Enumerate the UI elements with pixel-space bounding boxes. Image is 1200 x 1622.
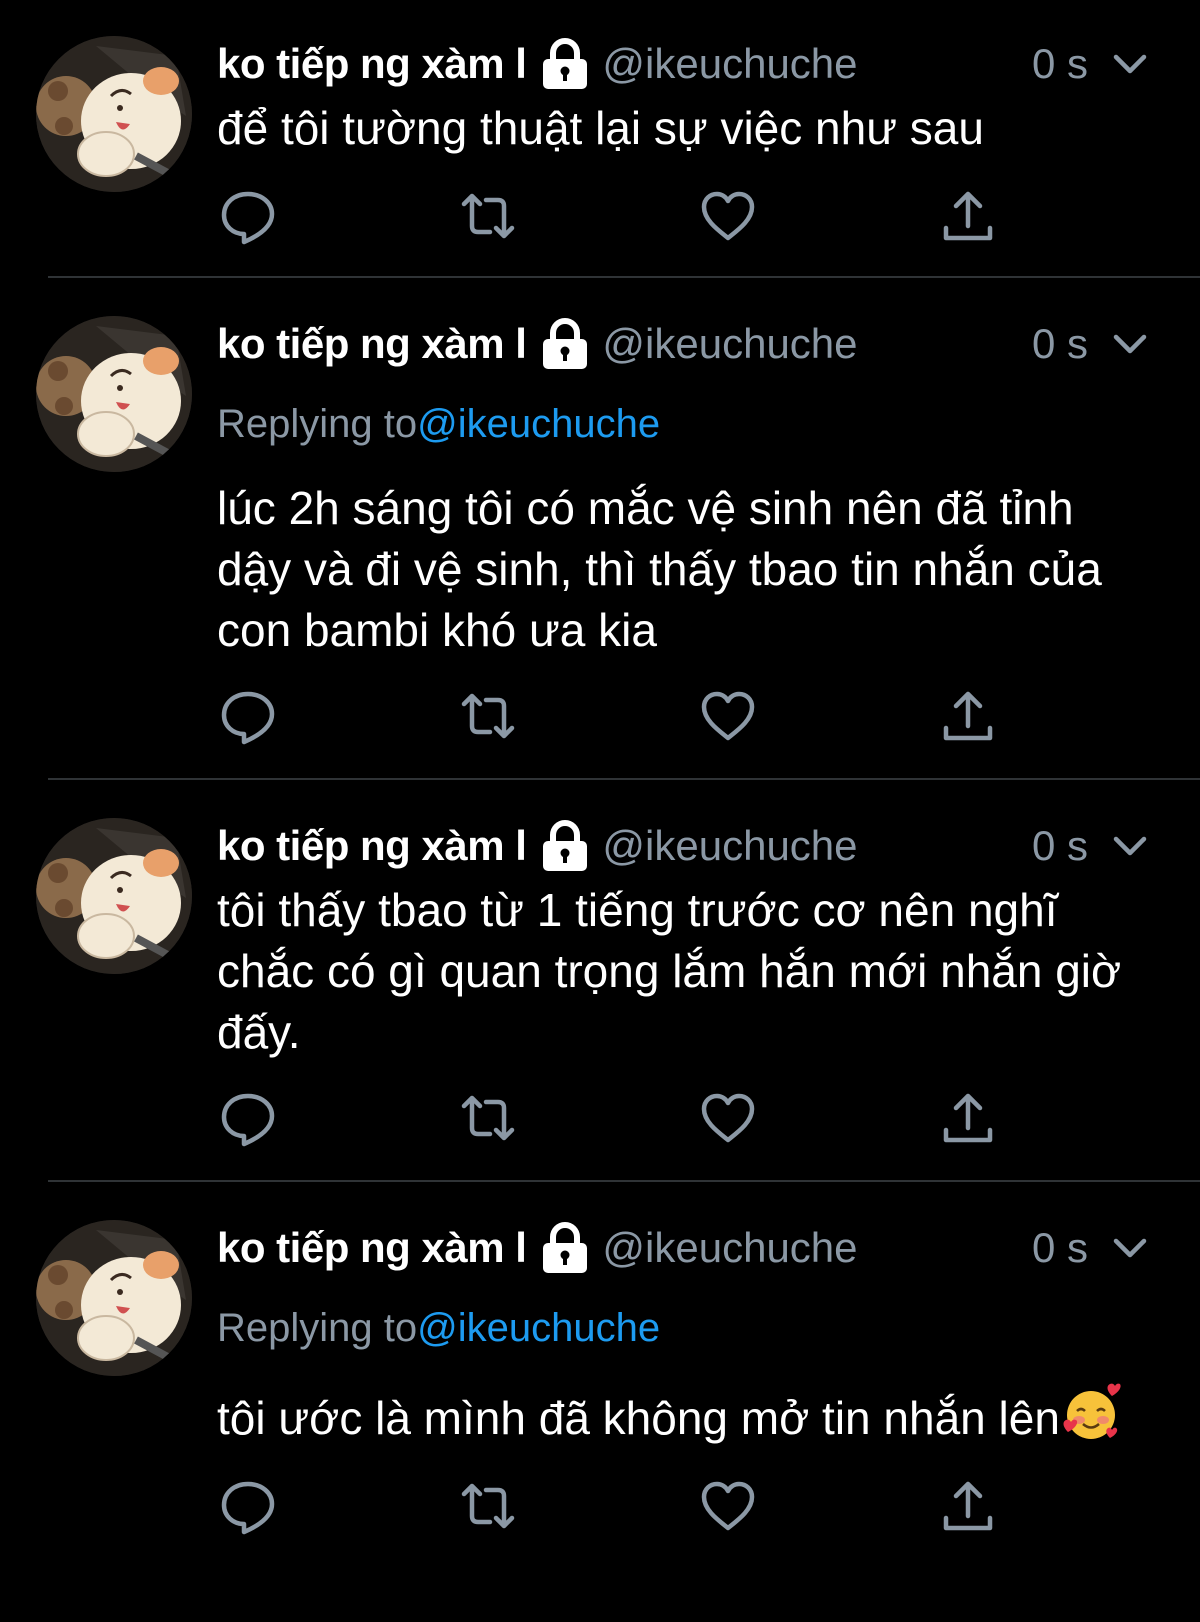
heart-icon <box>701 1093 755 1143</box>
share-button[interactable] <box>938 1476 998 1536</box>
divider <box>48 1180 1200 1182</box>
reply-icon <box>221 1481 275 1535</box>
reply-icon <box>221 691 275 745</box>
divider <box>48 276 1200 278</box>
timestamp: 0 s <box>1032 822 1089 869</box>
divider <box>48 778 1200 780</box>
replying-label: Replying to <box>217 1306 418 1350</box>
share-icon <box>943 691 993 741</box>
retweet-button[interactable] <box>458 1088 518 1148</box>
tweet-actions <box>0 686 1200 746</box>
chevron-down-icon[interactable] <box>1110 328 1150 360</box>
tweet-text: tôi thấy tbao từ 1 tiếng trước cơ nên ng… <box>217 884 1134 1058</box>
tweet-text-content: tôi ước là mình đã không mở tin nhắn lên <box>217 1392 1060 1444</box>
timestamp: 0 s <box>1032 40 1089 87</box>
tweet-text: tôi ước là mình đã không mở tin nhắn lên <box>217 1382 1157 1449</box>
like-button[interactable] <box>698 186 758 246</box>
like-button[interactable] <box>698 686 758 746</box>
reply-button[interactable] <box>218 1476 278 1536</box>
share-icon <box>943 1093 993 1143</box>
replying-to: Replying to@ikeuchuche <box>217 1306 660 1351</box>
share-button[interactable] <box>938 186 998 246</box>
share-icon <box>943 191 993 241</box>
tweet-actions <box>0 186 1200 246</box>
retweet-icon <box>461 1095 515 1141</box>
reply-button[interactable] <box>218 1088 278 1148</box>
replying-label: Replying to <box>217 402 418 446</box>
reply-button[interactable] <box>218 686 278 746</box>
replying-to: Replying to@ikeuchuche <box>217 402 660 447</box>
tweet-actions <box>0 1476 1200 1536</box>
share-button[interactable] <box>938 1088 998 1148</box>
replying-mention-link[interactable]: @ikeuchuche <box>417 1306 660 1350</box>
retweet-button[interactable] <box>458 1476 518 1536</box>
heart-icon <box>701 1481 755 1531</box>
retweet-button[interactable] <box>458 186 518 246</box>
tweet-thread: ko tiếp ng xàm l @ikeuchuche 0 s để tôi … <box>0 0 1200 1622</box>
timestamp: 0 s <box>1032 1224 1089 1271</box>
like-button[interactable] <box>698 1088 758 1148</box>
heart-icon <box>701 191 755 241</box>
timestamp: 0 s <box>1032 320 1089 367</box>
smiling-face-with-hearts-emoji <box>1063 1383 1121 1439</box>
share-icon <box>943 1481 993 1531</box>
like-button[interactable] <box>698 1476 758 1536</box>
heart-icon <box>701 691 755 741</box>
reply-button[interactable] <box>218 186 278 246</box>
chevron-down-icon[interactable] <box>1110 830 1150 862</box>
replying-mention-link[interactable]: @ikeuchuche <box>417 402 660 446</box>
retweet-icon <box>461 693 515 739</box>
chevron-down-icon[interactable] <box>1110 1232 1150 1264</box>
retweet-button[interactable] <box>458 686 518 746</box>
reply-icon <box>221 191 275 245</box>
reply-icon <box>221 1093 275 1147</box>
tweet-text: lúc 2h sáng tôi có mắc vệ sinh nên đã tỉ… <box>217 482 1115 656</box>
share-button[interactable] <box>938 686 998 746</box>
tweet-actions <box>0 1088 1200 1148</box>
tweet-text: để tôi tường thuật lại sự việc như sau <box>217 102 984 154</box>
retweet-icon <box>461 193 515 239</box>
retweet-icon <box>461 1483 515 1529</box>
chevron-down-icon[interactable] <box>1110 48 1150 80</box>
